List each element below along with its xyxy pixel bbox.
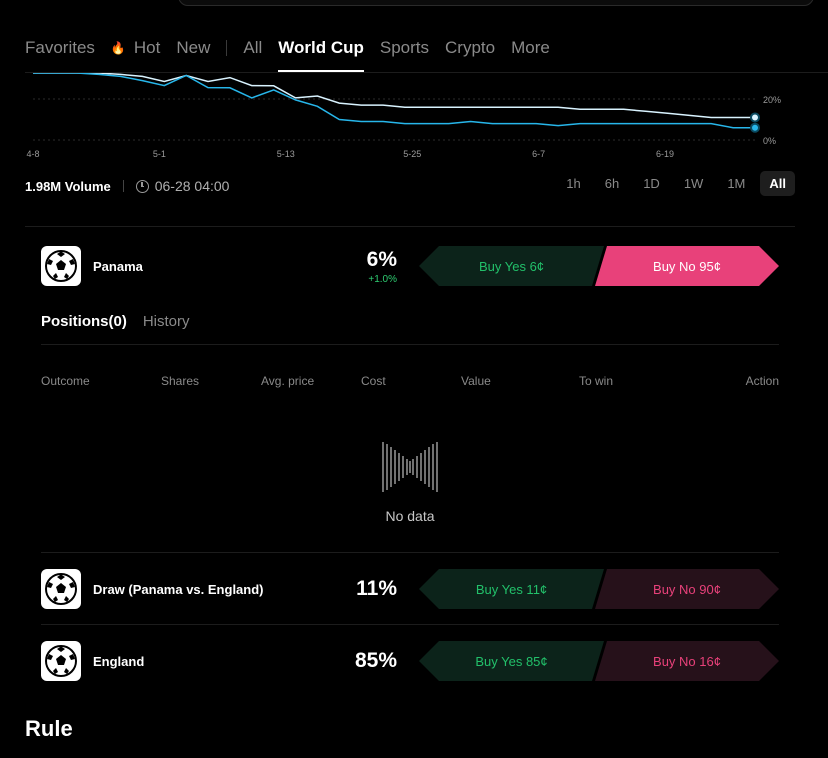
- tabs-divider: [41, 344, 779, 345]
- row-divider: [41, 552, 779, 553]
- range-all[interactable]: All: [760, 171, 795, 196]
- nav-crypto[interactable]: Crypto: [445, 36, 495, 60]
- soccer-ball-icon: [41, 569, 81, 609]
- range-1w[interactable]: 1W: [675, 171, 713, 196]
- row-divider: [41, 624, 779, 625]
- stats-separator: [122, 180, 124, 192]
- x-tick-label: 5-13: [277, 149, 295, 159]
- nav-new[interactable]: New: [176, 36, 210, 60]
- nav-hot[interactable]: 🔥 Hot: [111, 36, 160, 60]
- range-1m[interactable]: 1M: [718, 171, 754, 196]
- outcome-name: Panama: [93, 258, 143, 274]
- column-to-win: To win: [579, 374, 614, 388]
- outcome-probability: 6% +1.0%: [339, 248, 397, 285]
- nav-favorites[interactable]: Favorites: [25, 36, 95, 60]
- rule-heading: Rule: [25, 716, 73, 741]
- outcome-row-draw[interactable]: Draw (Panama vs. England) 11% Buy Yes 11…: [41, 568, 779, 610]
- range-1d[interactable]: 1D: [634, 171, 669, 196]
- probability-value: 11%: [356, 577, 397, 600]
- outcome-name: England: [93, 653, 145, 669]
- nav-hot-label: Hot: [133, 38, 161, 57]
- buy-yes-button[interactable]: Buy Yes 11¢: [419, 569, 604, 609]
- price-chart[interactable]: 20% 0% 4-8 5-1 5-13 5-25 6-7 6-19: [25, 73, 795, 163]
- empty-data-icon: [382, 442, 438, 492]
- buy-yes-button[interactable]: Buy Yes 85¢: [419, 641, 604, 681]
- outcome-name: Draw (Panama vs. England): [93, 581, 264, 597]
- x-tick-label: 5-1: [153, 149, 166, 159]
- range-1h[interactable]: 1h: [557, 171, 589, 196]
- clock-icon: [135, 179, 149, 193]
- soccer-ball-icon: [41, 641, 81, 681]
- positions-table-header: Outcome Shares Avg. price Cost Value To …: [41, 374, 779, 390]
- nav-all[interactable]: All: [243, 36, 262, 60]
- empty-state-text: No data: [385, 508, 435, 524]
- column-outcome: Outcome: [41, 374, 90, 388]
- x-tick-label: 4-8: [26, 149, 39, 159]
- price-chart-svg: 20% 0% 4-8 5-1 5-13 5-25 6-7 6-19: [26, 73, 781, 159]
- column-shares: Shares: [161, 374, 200, 388]
- nav-sports[interactable]: Sports: [380, 36, 429, 60]
- probability-change: +1.0%: [368, 273, 397, 285]
- buy-yes-button[interactable]: Buy Yes 6¢: [419, 246, 604, 286]
- y-tick-label: 20%: [763, 95, 781, 105]
- soccer-ball-icon: [41, 246, 81, 286]
- volume-value: 1.98M Volume: [25, 178, 111, 194]
- series-endpoint: [750, 122, 760, 133]
- range-6h[interactable]: 6h: [596, 171, 628, 196]
- x-tick-label: 6-19: [656, 149, 674, 159]
- tab-history[interactable]: History: [143, 313, 190, 330]
- x-tick-label: 6-7: [532, 149, 545, 159]
- positions-tabs: Positions(0) History: [41, 313, 206, 330]
- nav-more[interactable]: More: [511, 36, 550, 60]
- section-divider: [25, 226, 795, 227]
- series-endpoint: [750, 112, 760, 123]
- column-avg-price: Avg. price: [261, 374, 315, 388]
- search-bar[interactable]: [178, 0, 814, 6]
- buy-no-button[interactable]: Buy No 90¢: [595, 569, 779, 609]
- tab-positions[interactable]: Positions(0): [41, 313, 127, 330]
- column-action: Action: [745, 374, 779, 388]
- buy-no-button[interactable]: Buy No 95¢: [595, 246, 779, 286]
- probability-value: 6%: [366, 247, 397, 271]
- time-range-selector: 1h 6h 1D 1W 1M All: [551, 171, 795, 196]
- buy-no-button[interactable]: Buy No 16¢: [595, 641, 779, 681]
- fire-icon: 🔥: [110, 41, 126, 55]
- market-stats: 1.98M Volume 06-28 04:00 1h 6h 1D 1W 1M …: [25, 171, 795, 196]
- nav-separator: [226, 40, 228, 56]
- nav-world-cup[interactable]: World Cup: [278, 36, 364, 72]
- outcome-row-panama[interactable]: Panama 6% +1.0% Buy Yes 6¢ Buy No 95¢: [41, 245, 779, 287]
- outcome-row-england[interactable]: England 85% Buy Yes 85¢ Buy No 16¢: [41, 640, 779, 682]
- empty-state: No data: [341, 440, 479, 524]
- probability-value: 85%: [354, 649, 397, 672]
- column-value: Value: [461, 374, 491, 388]
- outcome-probability: 85%: [339, 649, 397, 673]
- column-cost: Cost: [361, 374, 386, 388]
- category-nav: Favorites 🔥 Hot New All World Cup Sports…: [25, 36, 566, 72]
- end-date: 06-28 04:00: [154, 178, 230, 194]
- outcome-probability: 11%: [339, 577, 397, 601]
- price-series-line: [33, 73, 755, 129]
- y-tick-label: 0%: [763, 136, 776, 146]
- x-tick-label: 5-25: [403, 149, 421, 159]
